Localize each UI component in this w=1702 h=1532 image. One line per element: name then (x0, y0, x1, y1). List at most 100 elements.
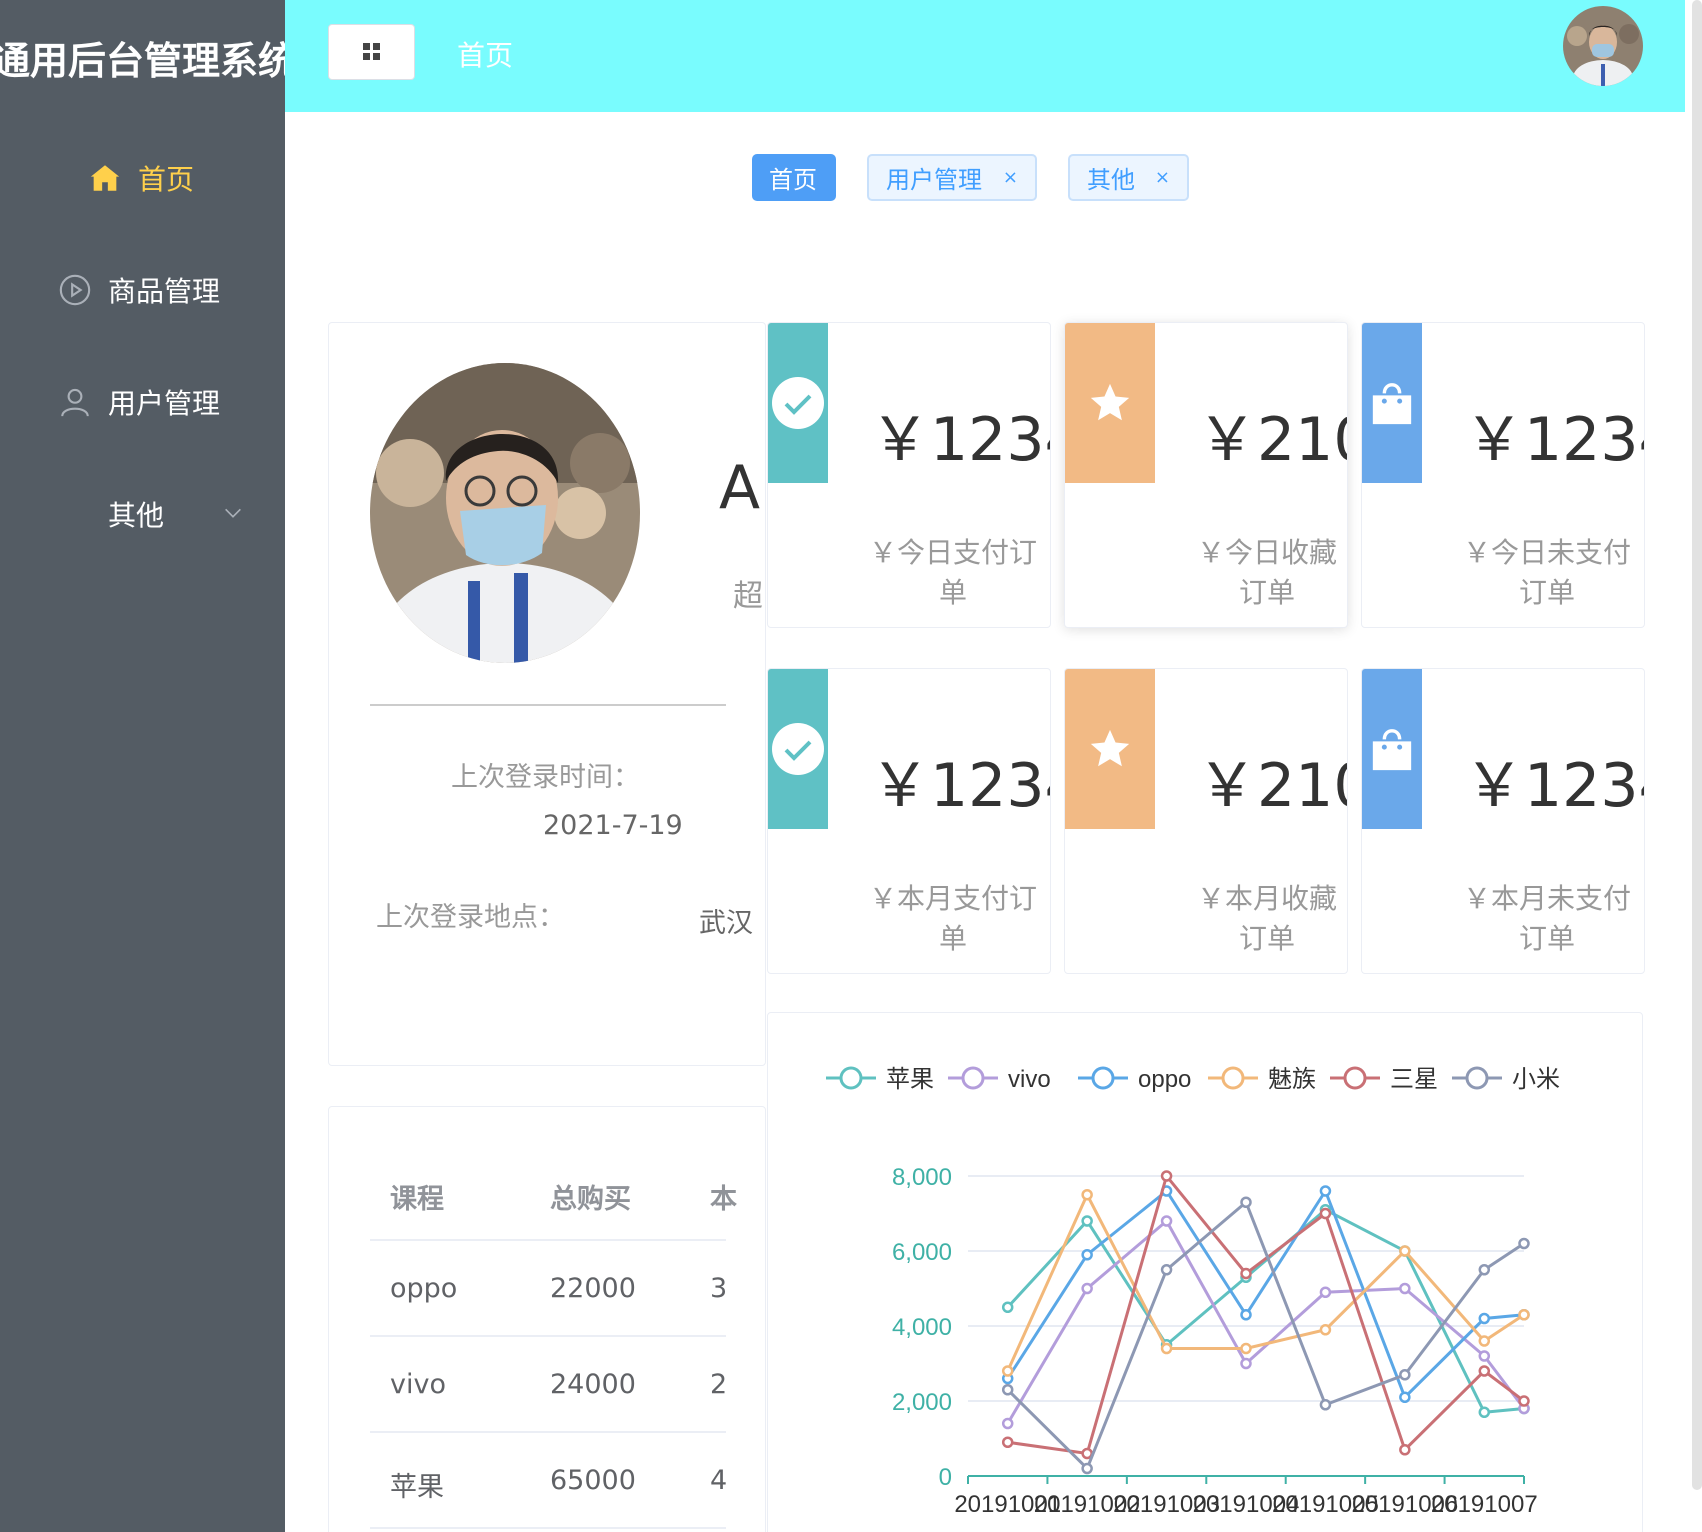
data-point (1478, 1350, 1491, 1362)
stat-value: ￥210 (1197, 405, 1347, 475)
data-point (1319, 1286, 1332, 1298)
close-icon[interactable]: × (1003, 167, 1018, 188)
y-tick-label: 6,000 (892, 1239, 952, 1266)
table-cell: oppo (390, 1273, 458, 1304)
sidebar: 通用后台管理系统 首页 商品管理 用户管理 其他 (0, 0, 296, 1532)
data-point (1001, 1301, 1014, 1313)
sidebar-item-other[interactable]: 其他 (0, 484, 285, 544)
table-cell: 4 (710, 1465, 728, 1496)
stat-label: ￥今日未支付订单 (1462, 536, 1631, 609)
data-point (1160, 1215, 1173, 1227)
stat-label: ￥本月支付订单 (868, 882, 1037, 955)
data-point (1319, 1207, 1332, 1220)
stat-label: ￥今日收藏订单 (1197, 536, 1338, 609)
avatar[interactable] (1563, 6, 1643, 86)
course-table-card: 课程 总购买 本 oppo 22000 3 vivo 24000 2 苹果 65… (328, 1106, 766, 1532)
star-icon (1090, 729, 1130, 767)
data-point (1399, 1444, 1411, 1456)
legend-marker (839, 1066, 863, 1090)
tag-other[interactable]: 其他 × (1068, 154, 1189, 201)
data-point (1518, 1237, 1530, 1250)
table-cell: vivo (390, 1369, 446, 1400)
last-login-place-label: 上次登录地点： (376, 902, 565, 933)
data-point (1081, 1282, 1093, 1295)
legend-label: oppo (1138, 1066, 1191, 1093)
line-chart: 02,0004,0006,0008,0002019100120191002201… (826, 1066, 1560, 1518)
stat-label: ￥今日支付订单 (868, 536, 1037, 609)
data-point (1240, 1309, 1252, 1321)
stat-card-today-unpaid: ￥1234 ￥今日未支付订单 (1361, 322, 1645, 628)
close-icon[interactable]: × (1155, 167, 1170, 188)
stat-card-today-paid: ￥1234 ￥今日支付订单 (767, 322, 1051, 628)
table-header-cell: 课程 (390, 1184, 444, 1215)
legend-label: 小米 (1512, 1066, 1560, 1093)
table-header-row: 课程 总购买 本 (370, 1145, 737, 1241)
sidebar-item-users[interactable]: 用户管理 (0, 372, 285, 432)
sidebar-item-label: 商品管理 (108, 275, 221, 308)
app-root: 通用后台管理系统 首页 商品管理 用户管理 其他 首页 首页 用户管理 × 其他… (0, 0, 1702, 1532)
tag-home[interactable]: 首页 (752, 154, 836, 201)
data-point (1518, 1395, 1530, 1407)
user-icon (61, 388, 89, 417)
data-point (1319, 1324, 1332, 1336)
legend-label: 苹果 (886, 1066, 934, 1093)
legend-marker (1091, 1066, 1115, 1090)
sidebar-item-label: 用户管理 (108, 387, 221, 420)
app-title: 通用后台管理系统 (0, 39, 297, 83)
data-point (1478, 1335, 1491, 1347)
stat-icon-band (1362, 323, 1422, 483)
data-point (1478, 1264, 1491, 1276)
table-row: 苹果 65000 4 (370, 1433, 728, 1529)
data-point (1160, 1170, 1173, 1182)
tag-label: 其他 (1087, 166, 1135, 194)
last-login-time: 2021-7-19 (543, 810, 683, 841)
table-header-cell: 本 (710, 1184, 737, 1215)
sidebar-item-goods[interactable]: 商品管理 (0, 260, 285, 320)
page-scrollbar[interactable] (1692, 0, 1702, 1490)
table-cell: 22000 (550, 1273, 636, 1304)
data-point (1240, 1357, 1252, 1370)
tag-user-management[interactable]: 用户管理 × (867, 154, 1037, 201)
data-point (1240, 1196, 1252, 1208)
table-row: vivo 24000 2 (370, 1337, 727, 1433)
legend-marker (1221, 1066, 1245, 1090)
data-point (1081, 1249, 1093, 1261)
sidebar-item-home[interactable]: 首页 (0, 148, 285, 208)
legend-marker (961, 1066, 985, 1090)
collapse-menu-button[interactable] (328, 24, 415, 80)
data-point (1160, 1264, 1173, 1276)
course-table: 课程 总购买 本 oppo 22000 3 vivo 24000 2 苹果 65… (370, 1145, 737, 1529)
grid-icon (362, 43, 380, 60)
user-info-card: A 超 上次登录时间： 2021-7-19 上次登录地点： 武汉 (328, 322, 766, 1066)
legend-marker (1465, 1066, 1489, 1090)
home-icon (90, 165, 120, 191)
stat-value: ￥210 (1197, 751, 1347, 821)
legend-marker (1343, 1066, 1367, 1090)
legend-label: 魅族 (1268, 1066, 1316, 1093)
table-row: oppo 22000 3 (370, 1241, 727, 1337)
data-point (1319, 1399, 1332, 1411)
breadcrumb[interactable]: 首页 (457, 34, 513, 74)
sidebar-item-label: 其他 (108, 499, 165, 532)
series-line (1006, 1207, 1525, 1414)
y-tick-label: 8,000 (892, 1164, 952, 1191)
chevron-down-icon (225, 508, 241, 518)
data-point (1081, 1215, 1093, 1227)
stat-icon-band (768, 669, 828, 829)
stat-value: ￥1234 (870, 405, 1050, 475)
stat-value: ￥1234 (870, 751, 1050, 821)
stat-value: ￥1234 (1464, 405, 1644, 475)
stat-card-month-favorite: ￥210 ￥本月收藏订单 (1064, 668, 1348, 974)
stat-icon-band (1065, 323, 1155, 483)
data-point (1399, 1245, 1411, 1257)
table-cell: 65000 (550, 1465, 636, 1496)
x-tick-label: 20191007 (1431, 1491, 1538, 1518)
user-role: 超 (733, 579, 763, 614)
play-circle-icon (59, 274, 91, 306)
data-point (1478, 1406, 1491, 1418)
legend-label: vivo (1008, 1066, 1051, 1093)
stat-label: ￥本月未支付订单 (1462, 882, 1631, 955)
data-point (1001, 1417, 1014, 1430)
shopping-bag-icon (1372, 729, 1412, 771)
stat-icon-band (1362, 669, 1422, 829)
